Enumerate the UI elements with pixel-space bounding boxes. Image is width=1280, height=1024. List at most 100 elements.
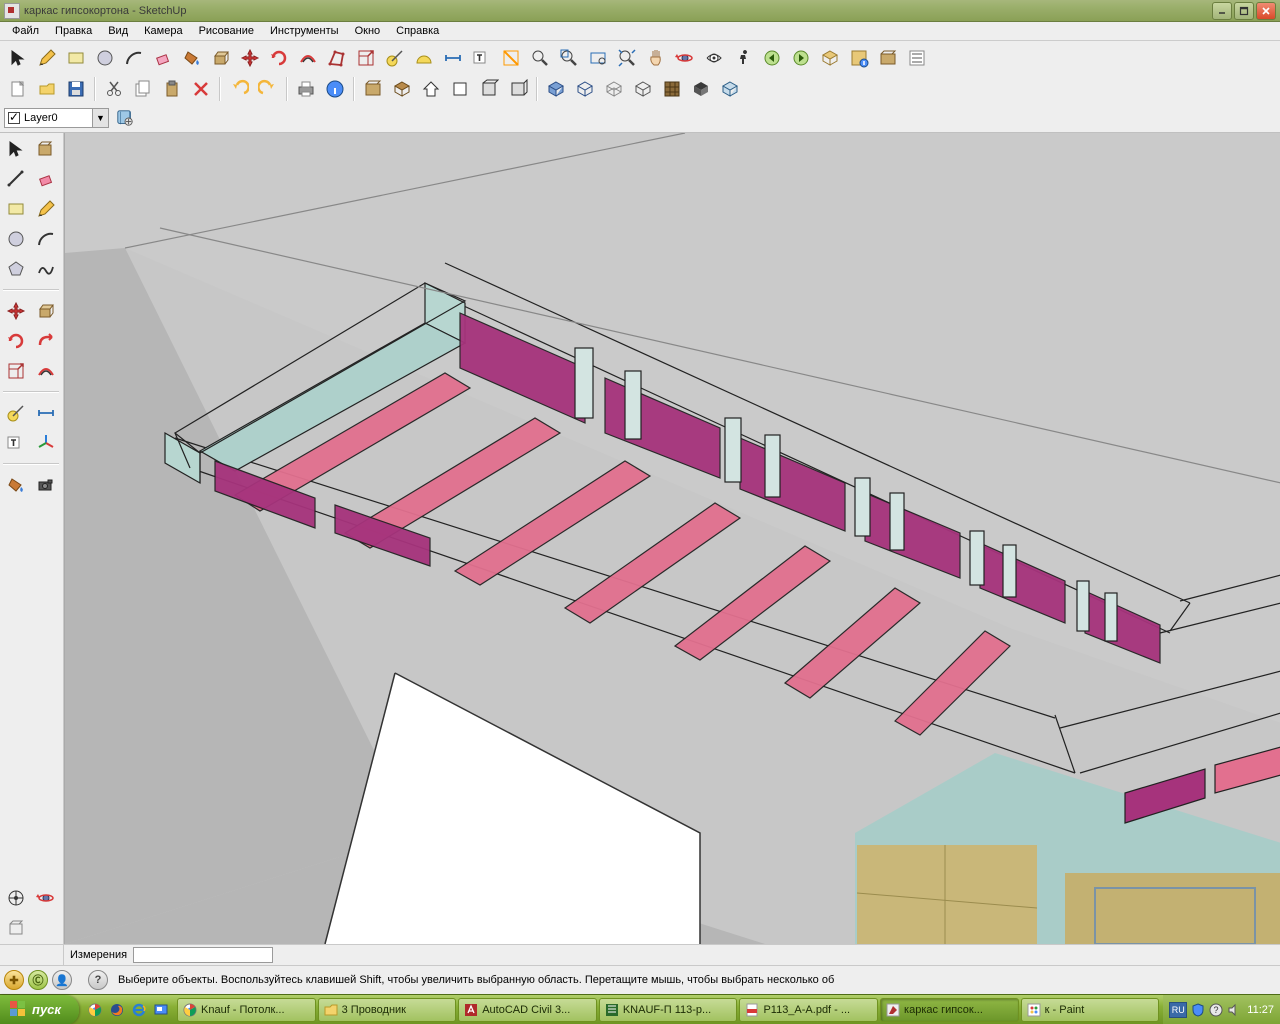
arc-tool[interactable]: [120, 44, 148, 72]
protractor-tool[interactable]: [410, 44, 438, 72]
sand-pos-tool[interactable]: [2, 884, 30, 912]
undo-tool[interactable]: [225, 75, 253, 103]
cut-tool[interactable]: [100, 75, 128, 103]
offset2-tool[interactable]: [32, 357, 60, 385]
move-tool[interactable]: [236, 44, 264, 72]
delete-tool[interactable]: [187, 75, 215, 103]
zoom-ext-tool[interactable]: [613, 44, 641, 72]
tray-volume-icon[interactable]: [1227, 1003, 1241, 1017]
model-info-tool[interactable]: [845, 44, 873, 72]
ql-chrome-icon[interactable]: [85, 999, 105, 1021]
paint-bucket-tool[interactable]: [178, 44, 206, 72]
look-tool[interactable]: [700, 44, 728, 72]
minimize-button[interactable]: [1212, 2, 1232, 20]
scale-tool[interactable]: [352, 44, 380, 72]
3dw-tool[interactable]: [388, 75, 416, 103]
poly-tool[interactable]: [2, 255, 30, 283]
menu-tools[interactable]: Инструменты: [262, 23, 347, 39]
help-icon[interactable]: ?: [88, 970, 108, 990]
push2-tool[interactable]: [32, 297, 60, 325]
rect-tool[interactable]: [62, 44, 90, 72]
rect2-tool[interactable]: [2, 195, 30, 223]
follow-tool[interactable]: [32, 327, 60, 355]
box1-tool[interactable]: [542, 75, 570, 103]
save-tool[interactable]: [62, 75, 90, 103]
tape2-tool[interactable]: [2, 399, 30, 427]
box3-tool[interactable]: [600, 75, 628, 103]
profile-icon[interactable]: 👤: [52, 970, 72, 990]
orbit2-tool[interactable]: [32, 884, 60, 912]
menu-draw[interactable]: Рисование: [191, 23, 262, 39]
redo-tool[interactable]: [254, 75, 282, 103]
circle-tool[interactable]: [91, 44, 119, 72]
maximize-button[interactable]: [1234, 2, 1254, 20]
prev-view-tool[interactable]: [758, 44, 786, 72]
layer-manager-button[interactable]: [113, 106, 137, 130]
freehand-tool[interactable]: [32, 255, 60, 283]
taskbar-item[interactable]: P113_A-A.pdf - ...: [739, 998, 878, 1022]
axes-tool[interactable]: [32, 429, 60, 457]
measurements-input[interactable]: [133, 947, 273, 963]
section-tool[interactable]: [497, 44, 525, 72]
close-button[interactable]: [1256, 2, 1276, 20]
front-tool[interactable]: [446, 75, 474, 103]
orbit-tool[interactable]: [671, 44, 699, 72]
clock[interactable]: 11:27: [1247, 1004, 1274, 1016]
zoom-rect-tool[interactable]: [584, 44, 612, 72]
sand-ent-tool[interactable]: [2, 914, 30, 942]
offset-tool[interactable]: [294, 44, 322, 72]
geo-icon[interactable]: ✚: [4, 970, 24, 990]
ql-firefox-icon[interactable]: [107, 999, 127, 1021]
menu-file[interactable]: Файл: [4, 23, 47, 39]
text-tool[interactable]: [468, 44, 496, 72]
tray-shield-icon[interactable]: [1191, 1003, 1205, 1017]
push-pull-tool[interactable]: [207, 44, 235, 72]
layer-combo[interactable]: Layer0 ▼: [4, 108, 109, 128]
xray-tool[interactable]: [716, 75, 744, 103]
text2-tool[interactable]: [2, 429, 30, 457]
taskbar-item[interactable]: к - Paint: [1021, 998, 1160, 1022]
component-tool[interactable]: [874, 44, 902, 72]
eraser-tool[interactable]: [149, 44, 177, 72]
zoom-tool[interactable]: [526, 44, 554, 72]
menu-view[interactable]: Вид: [100, 23, 136, 39]
rotate-tool[interactable]: [265, 44, 293, 72]
top-tool[interactable]: [475, 75, 503, 103]
right-tool[interactable]: [504, 75, 532, 103]
make-comp-tool[interactable]: [32, 135, 60, 163]
shade-tool[interactable]: [687, 75, 715, 103]
model-tool[interactable]: [359, 75, 387, 103]
circle2-tool[interactable]: [2, 225, 30, 253]
iso-tool[interactable]: [816, 44, 844, 72]
scale2-tool[interactable]: [2, 357, 30, 385]
arc2-tool[interactable]: [32, 225, 60, 253]
taskbar-item[interactable]: AutoCAD Civil 3...: [458, 998, 597, 1022]
taskbar-item[interactable]: каркас гипсок...: [880, 998, 1019, 1022]
new-tool[interactable]: [4, 75, 32, 103]
ql-show-desktop-icon[interactable]: [151, 999, 171, 1021]
tex-tool[interactable]: [658, 75, 686, 103]
taskbar-item[interactable]: KNAUF-П 113-р...: [599, 998, 738, 1022]
eraser-red-tool[interactable]: [32, 165, 60, 193]
menu-window[interactable]: Окно: [347, 23, 389, 39]
rotate2-tool[interactable]: [2, 327, 30, 355]
menu-camera[interactable]: Камера: [136, 23, 190, 39]
copy-tool[interactable]: [129, 75, 157, 103]
chevron-down-icon[interactable]: ▼: [92, 109, 108, 127]
model-viewport[interactable]: [64, 133, 1280, 944]
paste-tool[interactable]: [158, 75, 186, 103]
ql-ie-icon[interactable]: [129, 999, 149, 1021]
paint2-tool[interactable]: [2, 471, 30, 499]
pencil2-tool[interactable]: [32, 195, 60, 223]
cam-tool[interactable]: [32, 471, 60, 499]
open-tool[interactable]: [33, 75, 61, 103]
distort-tool[interactable]: [323, 44, 351, 72]
info-tool[interactable]: [321, 75, 349, 103]
dim2-tool[interactable]: [32, 399, 60, 427]
box2-tool[interactable]: [571, 75, 599, 103]
select-tool[interactable]: [4, 44, 32, 72]
zoom-window-tool[interactable]: [555, 44, 583, 72]
print-tool[interactable]: [292, 75, 320, 103]
select-tool[interactable]: [2, 135, 30, 163]
tape-tool[interactable]: [381, 44, 409, 72]
